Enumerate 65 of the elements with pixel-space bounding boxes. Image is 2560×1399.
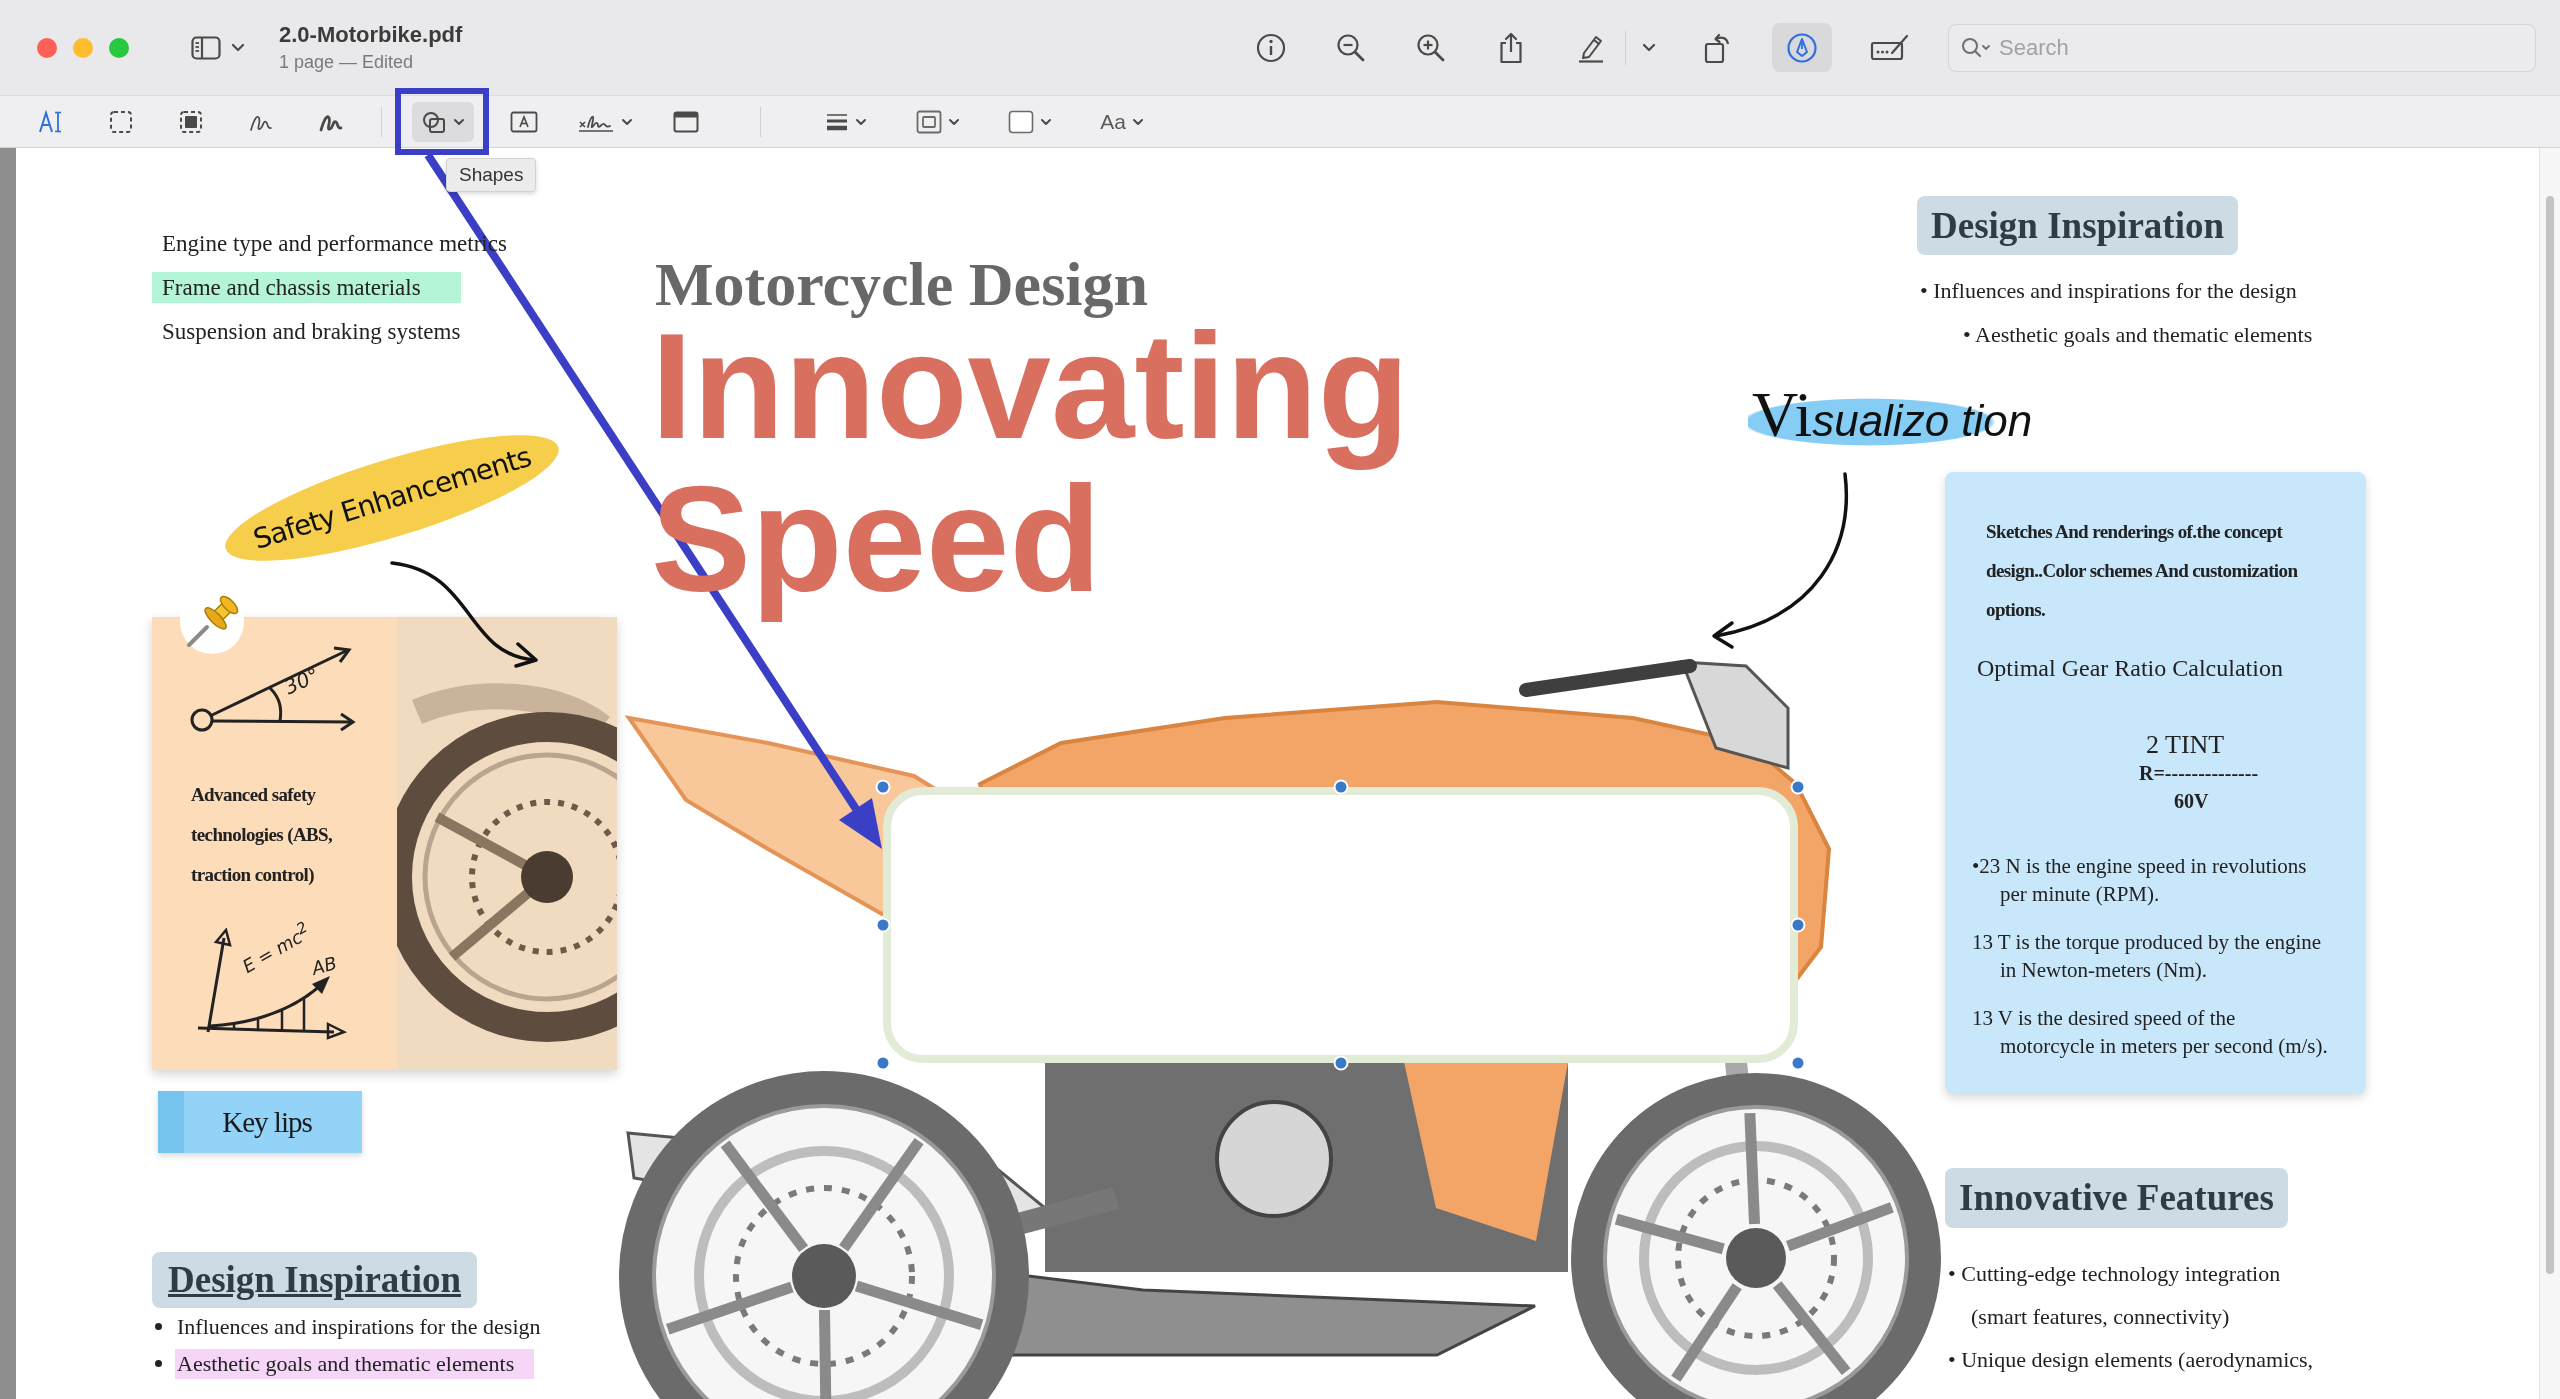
document-status: 1 page — Edited — [279, 51, 415, 73]
scrollbar-thumb[interactable] — [2546, 196, 2554, 1274]
section-heading: Innovative Features — [1945, 1168, 2288, 1228]
chevron-icon — [453, 117, 465, 126]
chevron-icon — [1642, 43, 1656, 52]
formula-numerator: 2 TINT — [2146, 731, 2225, 759]
zoom-in-icon — [1416, 32, 1446, 63]
selection-handle[interactable] — [1790, 1055, 1806, 1071]
sidebar-icon — [191, 35, 221, 60]
square-icon — [1008, 109, 1034, 134]
pen-nib-icon — [1786, 31, 1818, 64]
search-field[interactable]: Search — [1948, 23, 2536, 72]
shapes-icon — [421, 109, 447, 134]
bullet-icon — [155, 1360, 162, 1367]
chevron-icon — [231, 43, 245, 52]
sticky-note: Key lips — [158, 1091, 362, 1153]
handwritten-letters: Vi — [1752, 380, 1813, 450]
info-icon — [1256, 32, 1286, 63]
section-title: Optimal Gear Ratio Calculation — [1977, 654, 2283, 683]
zoom-out-icon — [1336, 32, 1366, 63]
bullet-text: Influences and inspirations for the design — [176, 1312, 542, 1341]
bullet-text: Aesthetic goals and thematic elements — [175, 1348, 535, 1379]
bullet-text: • Influences and inspirations for the design — [1920, 277, 2298, 305]
text-style-button[interactable]: Aa — [1091, 101, 1153, 142]
bullet-icon — [155, 1323, 162, 1330]
chevron-icon — [621, 117, 633, 126]
square-outline-icon — [916, 109, 942, 134]
formula-denominator: 60V — [2174, 789, 2209, 814]
lines-icon — [825, 111, 849, 132]
shapes-button[interactable] — [412, 101, 474, 142]
note-text: •23 N is the engine speed in revolutions per minute (RPM). — [1972, 853, 2307, 908]
section-heading: Design Inspiration — [1917, 196, 2238, 255]
selection-handle[interactable] — [875, 917, 891, 933]
text-cursor-icon — [38, 109, 64, 134]
selection-fill-icon — [179, 109, 203, 134]
note-text: 13 V is the desired speed of the motorcycle in meters per second (m/s). — [1972, 1005, 2328, 1060]
page-heading: Motorcycle Design — [655, 249, 1148, 319]
chevron-icon — [855, 117, 867, 126]
chevron-icon — [948, 117, 960, 126]
topic-text: Frame and chassis materials — [152, 272, 461, 303]
formula-line: R=-------------- — [2139, 761, 2259, 786]
curve-label: AB — [309, 952, 339, 979]
text-box-pen-icon — [1870, 32, 1910, 63]
chevron-icon — [1131, 117, 1144, 126]
bullet-text: • Unique design elements (aerodynamics, — [1948, 1346, 2314, 1374]
bullet-text: • Aesthetic goals and thematic elements — [1963, 321, 2313, 349]
markup-button[interactable] — [1772, 23, 1832, 72]
share-icon — [1498, 31, 1524, 64]
document-title: 2.0-Motorbike.pdf — [279, 22, 463, 48]
handwritten-text: sualizo tion — [1812, 396, 2033, 446]
card-text: Advanced safety technologies (ABS, traction control) — [191, 783, 334, 887]
text-box-icon — [510, 110, 538, 133]
selection-handle[interactable] — [875, 1055, 891, 1071]
section-heading: Design Inspiration — [152, 1252, 477, 1308]
info-paragraph: Sketches And renderings of.the concept design..Color schemes And customization options. — [1986, 520, 2299, 622]
headline-text: Innovating — [651, 322, 1410, 472]
tooltip: Shapes — [446, 158, 537, 192]
dashed-rectangle-icon — [109, 109, 133, 134]
bullet-text: • Cutting-edge technology integration (smart features, connectivity) — [1948, 1260, 2282, 1331]
topic-text: Suspension and braking systems — [161, 318, 462, 346]
note-text: 13 T is the torque produced by the engine in Newton-meters (Nm). — [1972, 929, 2322, 984]
angle-label: 30° — [280, 662, 323, 700]
chevron-icon — [1040, 117, 1052, 126]
note-icon — [673, 110, 699, 133]
search-icon — [1961, 36, 1991, 59]
